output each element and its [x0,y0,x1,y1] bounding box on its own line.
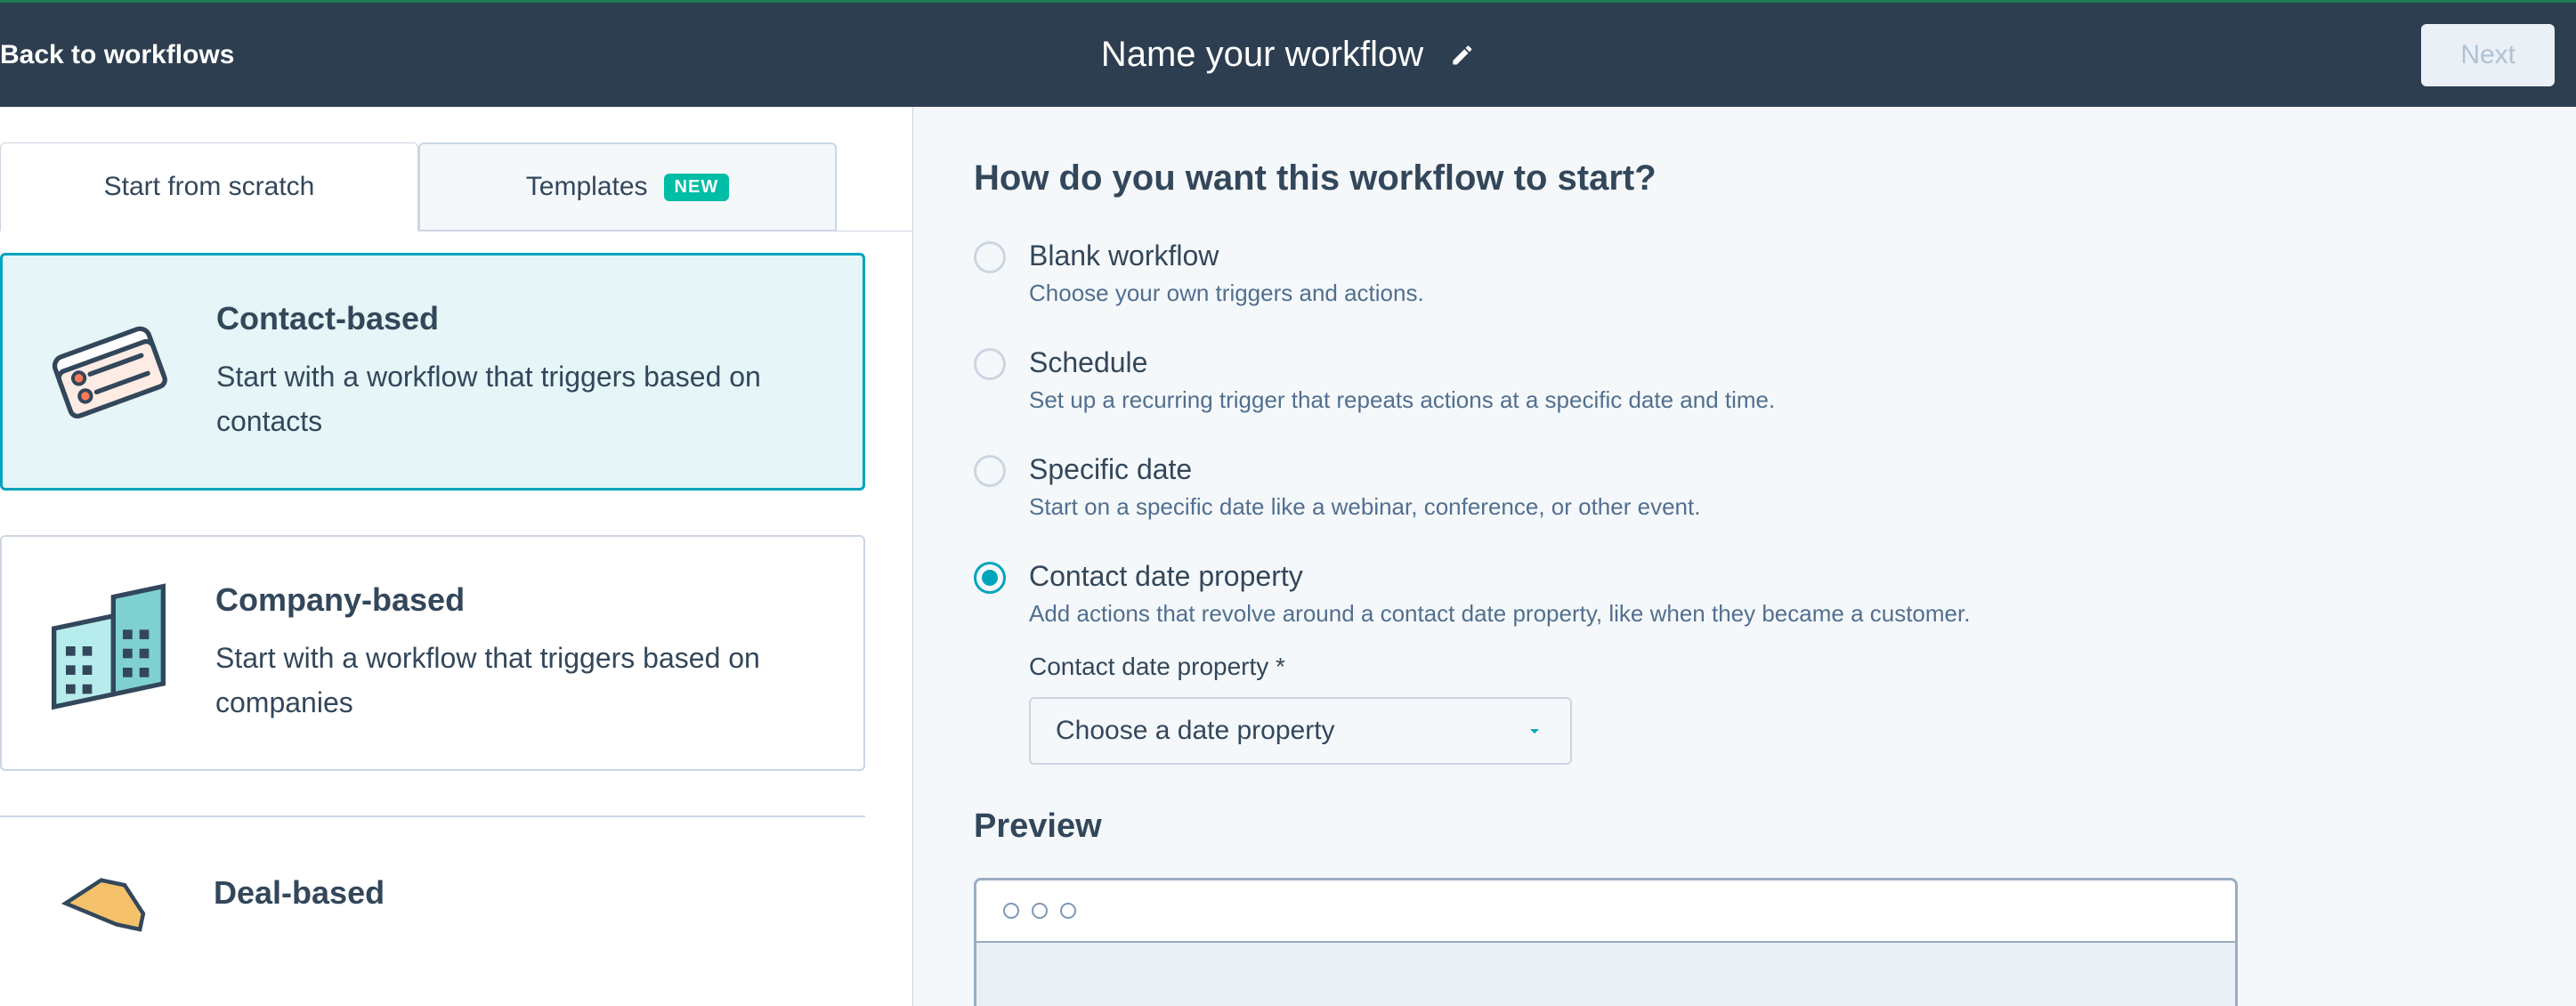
option-title: Blank workflow [1029,239,1424,272]
window-dot-icon [1032,903,1048,919]
workflow-title[interactable]: Name your workflow [1101,35,1423,75]
select-placeholder: Choose a date property [1056,716,1335,746]
left-panel: Start from scratch Templates NEW [0,107,913,1006]
top-bar: Back to workflows Name your workflow Nex… [0,0,2576,107]
building-icon [37,582,180,725]
next-button[interactable]: Next [2421,24,2555,86]
date-property-label: Contact date property * [1029,653,2576,681]
tab-templates[interactable]: Templates NEW [418,142,837,231]
tab-start-from-scratch[interactable]: Start from scratch [0,142,418,231]
card-company-based[interactable]: Company-based Start with a workflow that… [0,535,865,771]
option-specific-date[interactable]: Specific date Start on a specific date l… [974,453,2576,521]
card-desc: Start with a workflow that triggers base… [216,355,827,443]
option-desc: Choose your own triggers and actions. [1029,280,1424,307]
window-dot-icon [1003,903,1019,919]
back-link[interactable]: Back to workflows [0,40,234,70]
preview-heading: Preview [974,807,2576,846]
card-desc: Start with a workflow that triggers base… [215,637,828,725]
card-deal-based[interactable]: Deal-based [0,815,865,942]
card-title: Deal-based [214,874,385,912]
option-title: Schedule [1029,346,1775,379]
contact-card-icon [38,301,181,443]
card-contact-based[interactable]: Contact-based Start with a workflow that… [0,253,865,491]
option-title: Contact date property [1029,560,1970,593]
tab-label: Start from scratch [104,172,315,202]
window-dot-icon [1060,903,1076,919]
option-contact-date-property[interactable]: Contact date property Add actions that r… [974,560,2576,628]
radio-icon[interactable] [974,241,1006,273]
preview-body [976,943,2235,1006]
option-desc: Start on a specific date like a webinar,… [1029,493,1700,521]
chevron-down-icon [1524,720,1545,742]
tab-label: Templates [526,172,648,202]
option-schedule[interactable]: Schedule Set up a recurring trigger that… [974,346,2576,414]
deal-icon [36,862,178,942]
new-badge: NEW [664,174,730,201]
option-title: Specific date [1029,453,1700,486]
right-panel: How do you want this workflow to start? … [913,107,2576,1006]
option-desc: Add actions that revolve around a contac… [1029,600,1970,628]
option-blank-workflow[interactable]: Blank workflow Choose your own triggers … [974,239,2576,307]
preview-window [974,878,2238,1006]
card-title: Contact-based [216,300,827,337]
right-heading: How do you want this workflow to start? [974,158,2576,199]
radio-icon[interactable] [974,348,1006,380]
preview-window-chrome [976,880,2235,943]
card-title: Company-based [215,581,828,619]
radio-icon[interactable] [974,562,1006,594]
date-property-select[interactable]: Choose a date property [1029,697,1572,765]
pencil-icon[interactable] [1450,43,1475,68]
option-desc: Set up a recurring trigger that repeats … [1029,386,1775,414]
radio-icon[interactable] [974,455,1006,487]
